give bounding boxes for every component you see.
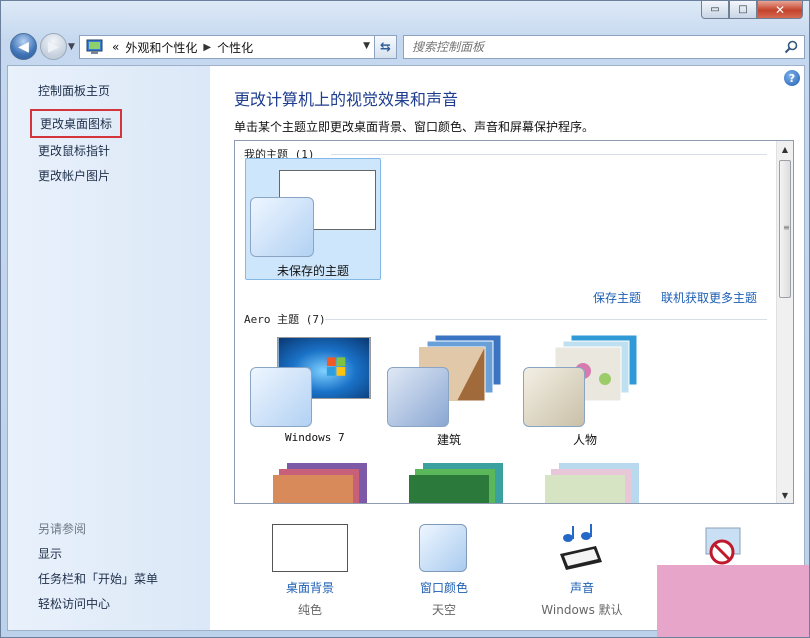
breadcrumb-separator-icon[interactable]: ▶: [203, 42, 211, 53]
sounds-value: Windows 默认: [541, 603, 623, 617]
save-theme-link[interactable]: 保存主题: [593, 289, 641, 306]
theme-architecture[interactable]: 建筑: [385, 331, 511, 451]
window-color-link[interactable]: 窗口颜色: [374, 579, 514, 596]
help-icon[interactable]: ?: [784, 70, 800, 86]
theme-windows7-label: Windows 7: [285, 431, 345, 444]
maximize-button[interactable]: □: [729, 1, 757, 19]
see-also-display[interactable]: 显示: [38, 545, 62, 562]
see-also-taskbar[interactable]: 任务栏和「开始」菜单: [38, 570, 158, 587]
theme-list: 我的主题 (1) 未保存的主题 保存主题 联机获取更多主题 Aero 主题 (7…: [234, 140, 794, 504]
search-icon[interactable]: [784, 40, 798, 54]
page-title: 更改计算机上的视觉效果和声音: [234, 90, 459, 109]
see-also-ease-of-access[interactable]: 轻松访问中心: [38, 595, 110, 612]
scroll-down-icon[interactable]: ▼: [777, 487, 793, 503]
minimize-button[interactable]: ▭: [701, 1, 729, 19]
theme-glass-preview: [250, 367, 312, 427]
breadcrumb-overflow[interactable]: «: [112, 40, 119, 54]
desktop-background-icon: [272, 524, 348, 572]
theme-glass-preview: [523, 367, 585, 427]
aero-themes-header: Aero 主题 (7): [244, 313, 326, 326]
forward-arrow-icon: ▶: [48, 38, 59, 55]
theme-list-scrollbar[interactable]: ▲ ≡ ▼: [776, 141, 793, 503]
search-box[interactable]: [403, 35, 805, 59]
sounds-link[interactable]: 声音: [512, 579, 652, 596]
back-arrow-icon: ◀: [18, 38, 29, 55]
scroll-thumb[interactable]: ≡: [779, 160, 791, 298]
address-bar[interactable]: « 外观和个性化 ▶ 个性化 ▼: [79, 35, 375, 59]
sounds-icon: [560, 524, 602, 570]
sidebar-link-control-panel-home[interactable]: 控制面板主页: [38, 82, 110, 99]
theme-architecture-label: 建筑: [437, 433, 462, 447]
content-area: 控制面板主页 更改桌面图标 更改鼠标指针 更改帐户图片 另请参阅 显示 任务栏和…: [7, 65, 805, 631]
sounds-setting[interactable]: 声音 Windows 默认: [512, 524, 652, 624]
window-frame: ▭ □ ✕ ◀ ▶ ▼ « 外观和个性化 ▶ 个性化 ▼ ⇆ 搜索控制面板 控制…: [0, 0, 810, 638]
theme-unsaved[interactable]: 未保存的主题: [245, 158, 381, 280]
sidebar-link-change-desktop-icons[interactable]: 更改桌面图标: [30, 109, 123, 138]
main-panel: ? 更改计算机上的视觉效果和声音 单击某个主题立即更改桌面背景、窗口颜色、声音和…: [210, 66, 804, 630]
breadcrumb-appearance[interactable]: 外观和个性化: [125, 39, 197, 56]
refresh-button[interactable]: ⇆: [375, 35, 397, 59]
search-input[interactable]: [412, 40, 784, 54]
sidebar: 控制面板主页 更改桌面图标 更改鼠标指针 更改帐户图片 另请参阅 显示 任务栏和…: [8, 66, 210, 630]
desktop-background-link[interactable]: 桌面背景: [240, 579, 380, 596]
address-dropdown-icon[interactable]: ▼: [363, 41, 370, 51]
theme-thumbnail-partial: [273, 463, 367, 503]
back-button[interactable]: ◀: [10, 33, 37, 60]
theme-glass-preview: [387, 367, 449, 427]
breadcrumb-personalization[interactable]: 个性化: [217, 39, 253, 56]
navigation-bar: ◀ ▶ ▼ « 外观和个性化 ▶ 个性化 ▼ ⇆: [7, 33, 805, 61]
page-description: 单击某个主题立即更改桌面背景、窗口颜色、声音和屏幕保护程序。: [234, 120, 595, 134]
theme-windows7[interactable]: Windows 7: [247, 337, 373, 457]
window-color-icon: [419, 524, 467, 572]
window-color-value: 天空: [431, 603, 456, 617]
scroll-up-icon[interactable]: ▲: [777, 141, 793, 157]
recent-pages-dropdown-icon[interactable]: ▼: [68, 42, 75, 52]
control-panel-icon: [86, 39, 103, 54]
get-more-themes-link[interactable]: 联机获取更多主题: [661, 289, 757, 306]
close-button[interactable]: ✕: [757, 1, 803, 19]
sidebar-link-change-mouse-pointers[interactable]: 更改鼠标指针: [38, 142, 110, 159]
theme-thumbnail-partial: [409, 463, 503, 503]
desktop-background-setting[interactable]: 桌面背景 纯色: [240, 524, 380, 624]
refresh-icon: ⇆: [380, 39, 391, 55]
watermark-overlay: [657, 565, 809, 637]
see-also-header: 另请参阅: [38, 522, 87, 536]
grip-icon: ≡: [783, 223, 790, 232]
window-color-setting[interactable]: 窗口颜色 天空: [374, 524, 514, 624]
forward-button[interactable]: ▶: [40, 33, 67, 60]
sidebar-link-change-account-picture[interactable]: 更改帐户图片: [38, 167, 110, 184]
window-controls: ▭ □ ✕: [701, 1, 803, 19]
theme-characters[interactable]: 人物: [521, 331, 647, 451]
group-divider: [331, 154, 767, 155]
desktop-background-value: 纯色: [297, 603, 322, 617]
group-divider: [325, 319, 767, 320]
theme-unsaved-label: 未保存的主题: [277, 264, 350, 278]
theme-characters-label: 人物: [573, 433, 598, 447]
theme-glass-preview: [250, 197, 314, 257]
theme-thumbnail-partial: [545, 463, 639, 503]
